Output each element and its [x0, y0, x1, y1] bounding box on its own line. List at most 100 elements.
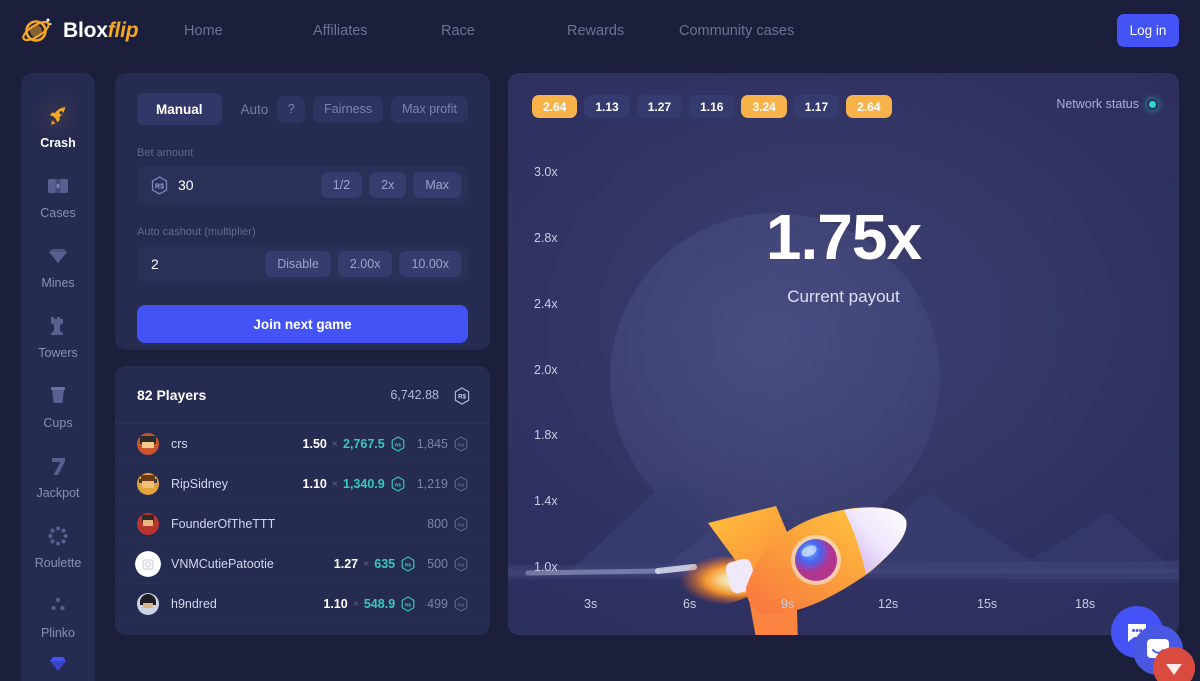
max-profit-button[interactable]: Max profit	[391, 95, 468, 123]
cashout-2x-button[interactable]: 2.00x	[337, 251, 393, 277]
x-tick: 6s	[683, 597, 697, 611]
robux-icon-bet: R$	[454, 555, 468, 572]
sidebar-item-next-partial[interactable]	[21, 651, 95, 681]
cashout-10x-button[interactable]: 10.00x	[399, 251, 461, 277]
player-name: FounderOfTheTTT	[171, 516, 276, 531]
sidebar-label-cases: Cases	[40, 205, 76, 220]
svg-text:R$: R$	[405, 602, 412, 608]
y-tick: 2.4x	[534, 297, 558, 311]
login-button[interactable]: Log in	[1117, 14, 1179, 47]
auto-cashout-field[interactable]: 2 Disable 2.00x 10.00x	[137, 245, 468, 283]
history-pill[interactable]: 2.64	[846, 95, 892, 118]
robux-icon-win: R$	[391, 435, 405, 452]
chart-x-axis: 3s 6s 9s 12s 15s 18s	[508, 597, 1179, 613]
sidebar-item-crash[interactable]: Crash	[21, 91, 95, 161]
bet-double-button[interactable]: 2x	[369, 172, 407, 198]
sidebar-label-mines: Mines	[41, 275, 75, 290]
player-name: RipSidney	[171, 476, 228, 491]
player-winnings: 1,340.9	[343, 476, 385, 491]
y-tick: 1.0x	[534, 560, 558, 574]
times-symbol: ×	[331, 437, 338, 450]
avatar	[137, 512, 159, 535]
svg-text:R$: R$	[458, 482, 465, 488]
nav-links: Home Affiliates Race Rewards Community c…	[184, 17, 829, 45]
bet-mode-row: Manual Auto ? Fairness Max profit	[137, 93, 468, 125]
y-tick: 3.0x	[534, 165, 558, 179]
network-status-label: Network status	[1056, 97, 1139, 111]
table-row[interactable]: RipSidney 1.10 × 1,340.9 R$ 1,219 R$	[115, 464, 490, 504]
sidebar-item-cups[interactable]: Cups	[21, 371, 95, 441]
history-pill[interactable]: 1.13	[584, 95, 630, 118]
alert-fab[interactable]	[1153, 647, 1195, 681]
avatar	[137, 592, 159, 615]
bet-panel: Manual Auto ? Fairness Max profit Bet am…	[115, 73, 490, 350]
sidebar-item-mines[interactable]: Mines	[21, 231, 95, 301]
player-multiplier: 1.10	[302, 476, 327, 491]
history-pill[interactable]: 3.24	[741, 95, 787, 118]
top-navigation-bar: Bloxflip Home Affiliates Race Rewards Co…	[0, 0, 1200, 61]
cashout-disable-button[interactable]: Disable	[265, 251, 331, 277]
nav-affiliates[interactable]: Affiliates	[313, 17, 441, 45]
table-row[interactable]: crs 1.50 × 2,767.5 R$ 1,845 R$	[115, 424, 490, 464]
table-row[interactable]: h9ndred 1.10 × 548.9 R$ 499 R$	[115, 584, 490, 624]
network-status[interactable]: Network status	[1056, 97, 1158, 111]
red-circle-icon	[1153, 647, 1195, 681]
robux-icon-bet: R$	[454, 595, 468, 612]
player-name: crs	[171, 436, 188, 451]
join-next-game-button[interactable]: Join next game	[137, 305, 468, 343]
history-pill[interactable]: 2.64	[532, 95, 578, 118]
network-status-indicator-icon	[1147, 98, 1158, 110]
times-symbol: ×	[331, 477, 338, 490]
svg-text:R$: R$	[405, 562, 412, 568]
payout-label: Current payout	[787, 287, 900, 306]
player-bet: 1,219	[416, 476, 448, 491]
history-pill[interactable]: 1.17	[793, 95, 840, 118]
bet-max-button[interactable]: Max	[413, 172, 461, 198]
sidebar-item-plinko[interactable]: Plinko	[21, 581, 95, 651]
brand-name: Bloxflip	[63, 19, 139, 43]
sidebar-label-plinko: Plinko	[40, 625, 76, 640]
times-symbol: ×	[363, 557, 370, 570]
nav-community-cases[interactable]: Community cases	[679, 17, 829, 45]
current-payout: 1.75x Current payout	[508, 205, 1179, 307]
multiplier-history: 2.64 1.13 1.27 1.16 3.24 1.17 2.64	[532, 95, 892, 118]
nav-race[interactable]: Race	[441, 17, 567, 45]
bet-half-button[interactable]: 1/2	[320, 172, 363, 198]
history-pill[interactable]: 1.16	[689, 95, 735, 118]
robux-icon-win: R$	[401, 595, 415, 612]
sidebar-item-towers[interactable]: Towers	[21, 301, 95, 371]
bet-amount-value: 30	[178, 177, 194, 193]
player-bet: 499	[427, 596, 448, 611]
tab-manual[interactable]: Manual	[137, 93, 222, 125]
avatar	[135, 550, 161, 577]
fairness-button[interactable]: Fairness	[313, 95, 384, 123]
table-row[interactable]: FounderOfTheTTT 800 R$	[115, 504, 490, 544]
table-row[interactable]: VNMCutiePatootie 1.27 × 635 R$ 500 R$	[115, 544, 490, 584]
player-bet: 1,845	[416, 436, 448, 451]
y-tick: 2.0x	[534, 363, 558, 377]
crash-game-area: 2.64 1.13 1.27 1.16 3.24 1.17 2.64 Netwo…	[508, 73, 1179, 635]
brand-logo-area[interactable]: Bloxflip	[20, 14, 140, 48]
x-tick: 9s	[781, 597, 795, 611]
svg-text:R$: R$	[458, 393, 466, 400]
nav-rewards[interactable]: Rewards	[567, 17, 679, 45]
help-button[interactable]: ?	[277, 95, 306, 123]
player-bet: 800	[427, 516, 448, 531]
player-multiplier: 1.10	[323, 596, 348, 611]
svg-text:R$: R$	[458, 602, 465, 608]
nav-home[interactable]: Home	[184, 17, 313, 45]
svg-text:R$: R$	[395, 442, 402, 448]
svg-text:R$: R$	[155, 183, 164, 190]
sidebar-item-roulette[interactable]: Roulette	[21, 511, 95, 581]
svg-text:R$: R$	[395, 482, 402, 488]
players-count: 82 Players	[137, 386, 207, 403]
player-multiplier: 1.50	[302, 436, 327, 451]
avatar	[137, 432, 159, 455]
sidebar-item-jackpot[interactable]: Jackpot	[21, 441, 95, 511]
players-header: 82 Players 6,742.88 R$	[115, 366, 490, 424]
sidebar-item-cases[interactable]: Cases	[21, 161, 95, 231]
bet-amount-field[interactable]: R$ 30 1/2 2x Max	[137, 166, 468, 204]
svg-text:R$: R$	[458, 522, 465, 528]
history-pill[interactable]: 1.27	[636, 95, 683, 118]
svg-text:R$: R$	[458, 442, 465, 448]
